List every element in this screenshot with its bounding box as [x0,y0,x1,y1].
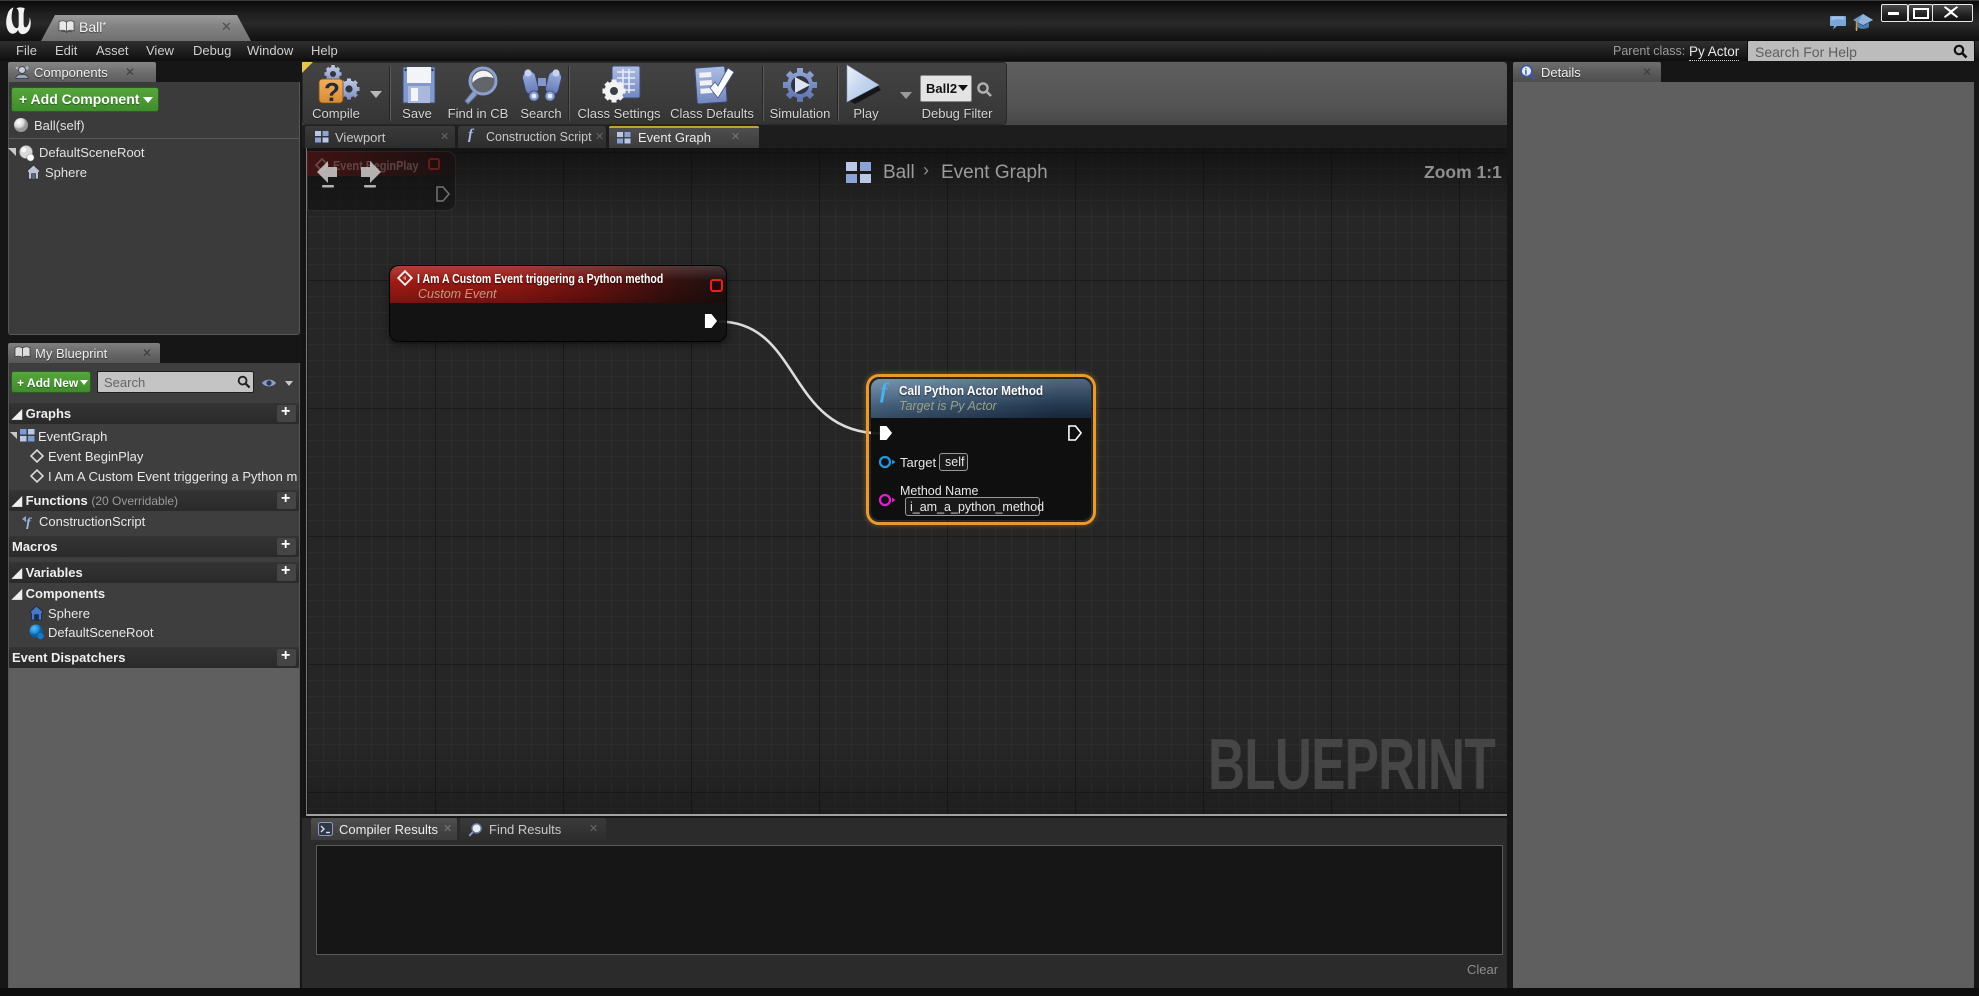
svg-text:?: ? [324,77,340,106]
svg-text:f: f [26,516,32,529]
